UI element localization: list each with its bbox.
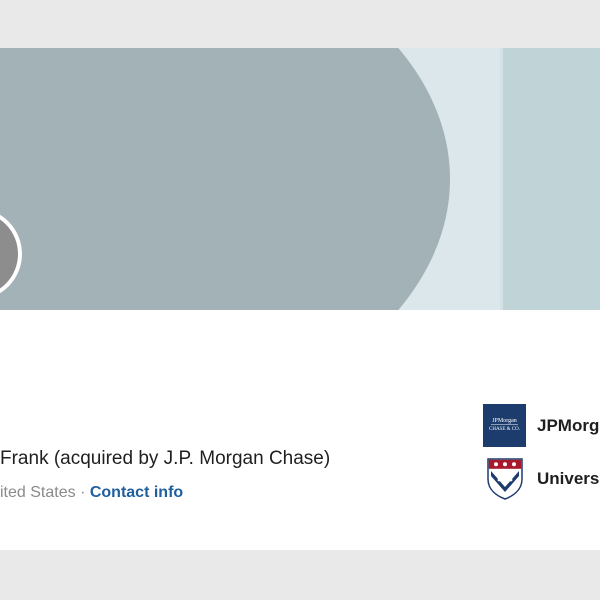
- jpmorgan-logo-line2: CHASE & CO.: [489, 427, 520, 432]
- contact-info-link[interactable]: Contact info: [90, 484, 183, 501]
- experience-label-jpmorgan: JPMorg: [537, 415, 600, 435]
- profile-meta: ited States · Contact info: [0, 484, 183, 502]
- meta-separator: ·: [80, 484, 86, 501]
- experience-item-jpmorgan[interactable]: JPMorgan CHASE & CO. JPMorg: [483, 404, 599, 447]
- upenn-shield-icon: [483, 457, 526, 500]
- upenn-shield-art: [486, 458, 523, 500]
- cover-arc-shape: [0, 48, 450, 310]
- cover-divider: [500, 48, 503, 310]
- experience-item-university[interactable]: Univers: [483, 457, 599, 500]
- location-text: ited States: [0, 484, 76, 501]
- jpmorgan-logo-line1: JPMorgan: [492, 418, 517, 424]
- jpmorgan-logo-art: JPMorgan CHASE & CO.: [485, 406, 524, 445]
- cover-image: [0, 48, 600, 310]
- experience-label-university: Univers: [537, 468, 600, 488]
- jpmorgan-logo-icon: JPMorgan CHASE & CO.: [483, 404, 526, 447]
- profile-card: Frank (acquired by J.P. Morgan Chase) it…: [0, 48, 600, 550]
- profile-headline: Frank (acquired by J.P. Morgan Chase): [0, 448, 331, 469]
